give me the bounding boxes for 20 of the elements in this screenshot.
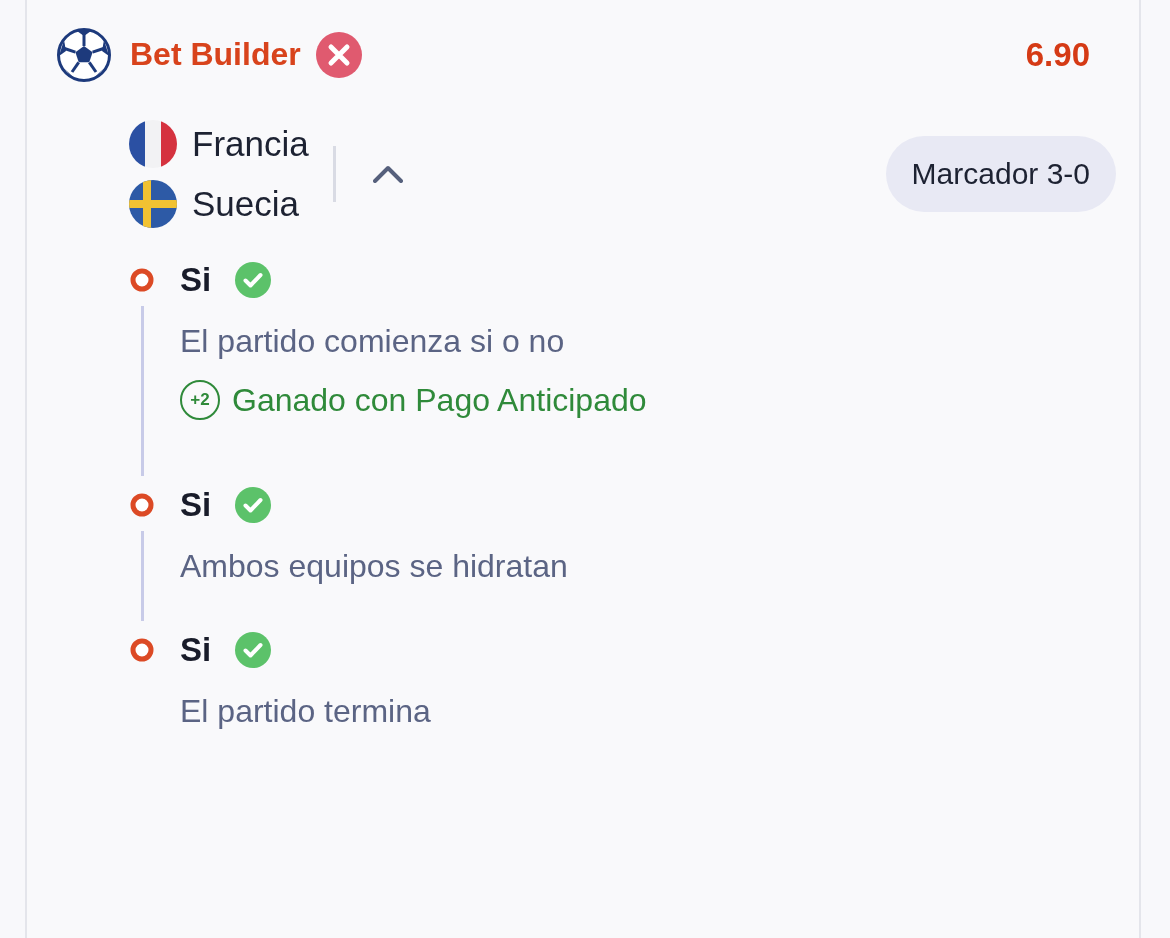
score-tag: Marcador 3-0 [885,136,1116,212]
ring-icon [130,493,154,517]
chevron-up-icon[interactable] [372,165,403,183]
payout-note: Ganado con Pago Anticipado [232,381,647,419]
soccer-ball-icon [57,27,111,82]
bet-title: Bet Builder [130,36,301,73]
pick-label: Si [180,631,212,669]
pick-label: Si [180,261,212,299]
flag-icon [129,180,177,228]
ring-icon [130,638,154,662]
pick-label: Si [180,486,212,524]
ring-icon [130,268,154,292]
bonus-badge: +2 [180,380,220,420]
team-name: Suecia [192,184,300,224]
flag-icon [129,120,177,168]
market-description: El partido termina [180,691,431,731]
odds-value: 6.90 [1025,35,1090,74]
market-description: El partido comienza si o no [180,321,566,361]
team-name: Francia [192,124,309,164]
market-description: Ambos equipos se hidratan [180,546,568,586]
